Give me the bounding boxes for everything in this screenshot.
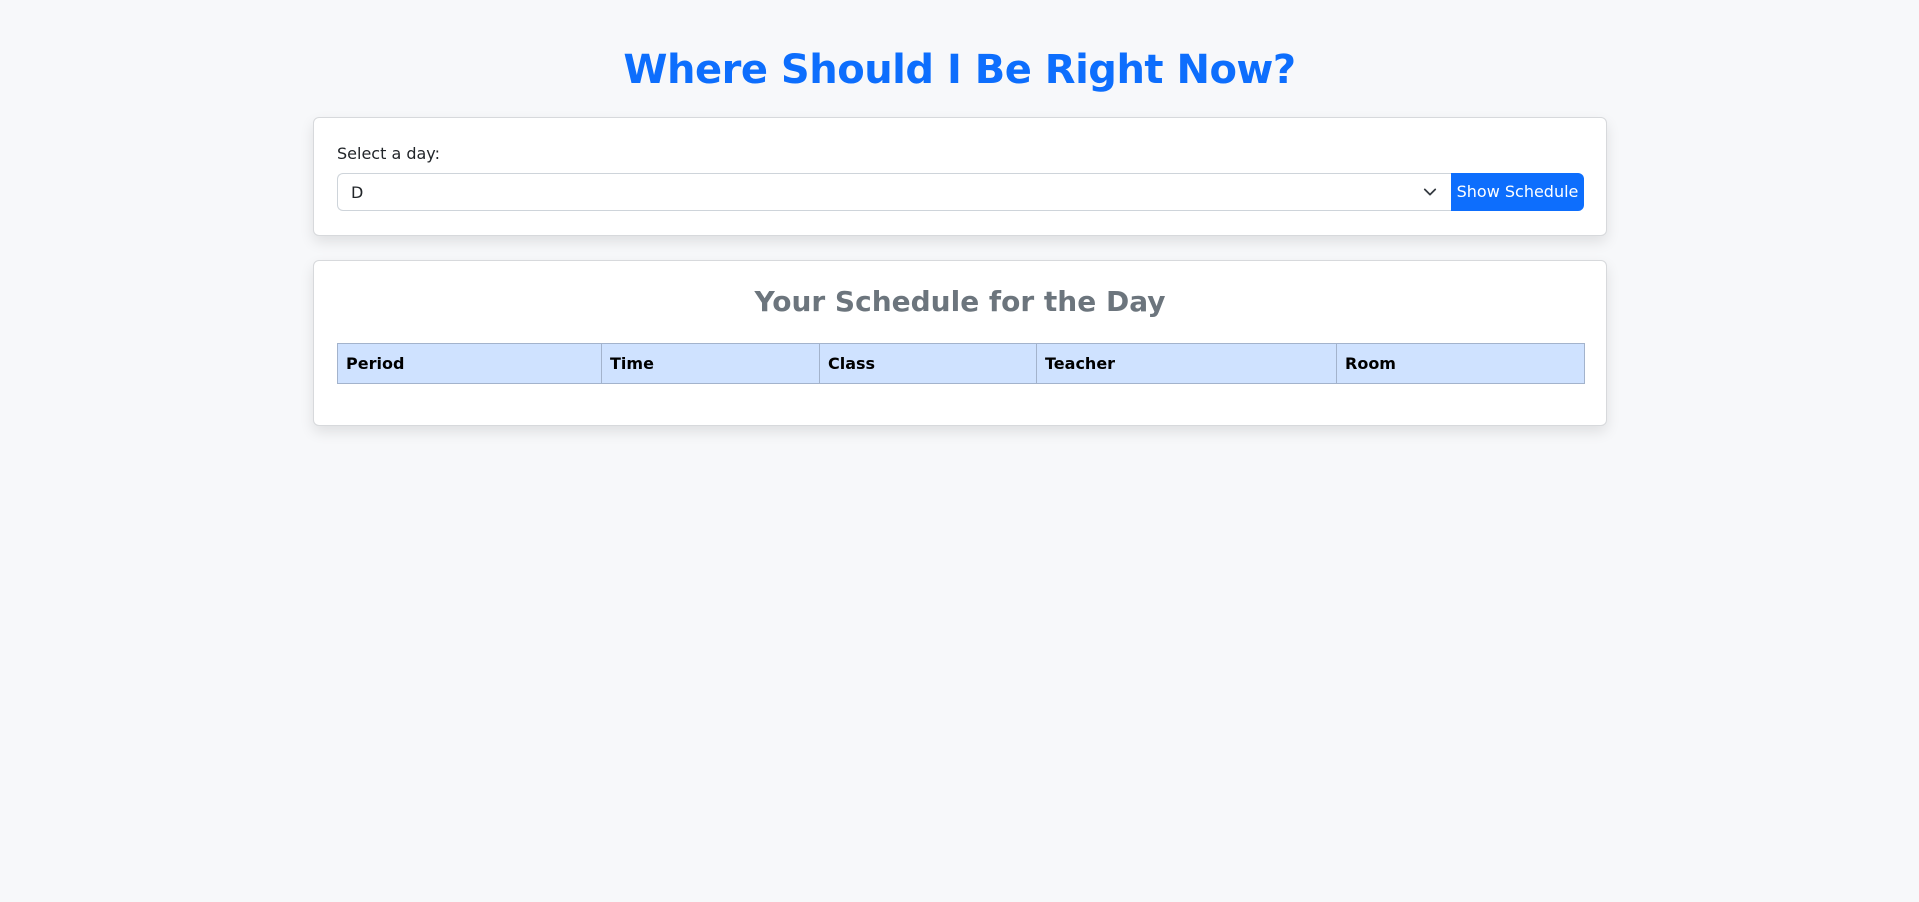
page-title: Where Should I Be Right Now? bbox=[623, 47, 1296, 93]
schedule-card: Your Schedule for the Day Period Time Cl… bbox=[313, 260, 1607, 426]
schedule-table: Period Time Class Teacher Room bbox=[337, 343, 1585, 384]
column-header-class: Class bbox=[819, 343, 1037, 384]
column-header-room: Room bbox=[1336, 343, 1585, 384]
table-header-row: Period Time Class Teacher Room bbox=[337, 343, 1585, 384]
day-select[interactable]: D bbox=[337, 173, 1451, 211]
day-selector-card: Select a day: D Show Schedule bbox=[313, 117, 1607, 236]
column-header-teacher: Teacher bbox=[1036, 343, 1337, 384]
select-day-label: Select a day: bbox=[337, 144, 440, 163]
show-schedule-button[interactable]: Show Schedule bbox=[1451, 173, 1584, 211]
schedule-title: Your Schedule for the Day bbox=[754, 285, 1166, 318]
column-header-period: Period bbox=[337, 343, 602, 384]
chevron-down-icon bbox=[1423, 188, 1437, 196]
day-select-value: D bbox=[351, 183, 364, 202]
column-header-time: Time bbox=[601, 343, 820, 384]
